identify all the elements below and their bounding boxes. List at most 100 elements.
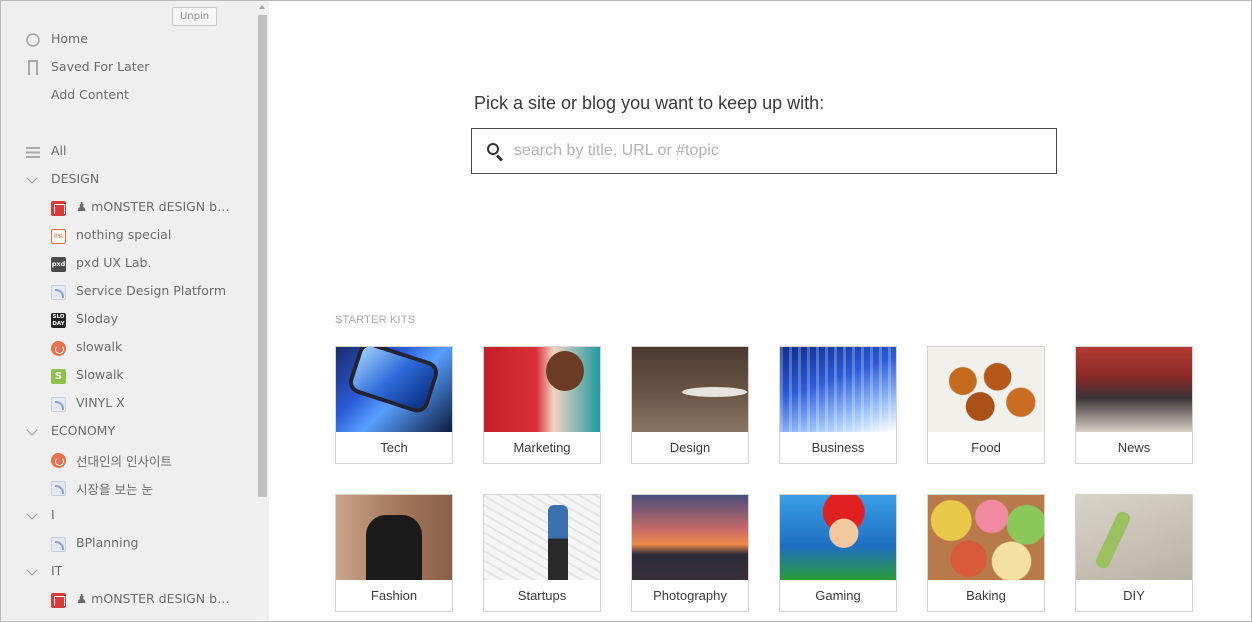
bookmark-icon	[28, 60, 38, 76]
app-window: Unpin Home Saved For Later Add Content A…	[0, 0, 1252, 622]
chevron-down-icon[interactable]	[26, 172, 38, 184]
percent-favicon: 0%	[51, 229, 66, 244]
starter-kit-label: Fashion	[370, 588, 418, 603]
chevron-down-icon[interactable]	[26, 564, 38, 576]
starter-kit-startups[interactable]: Startups	[483, 494, 601, 612]
sidebar-scrollbar[interactable]	[256, 1, 269, 621]
home-icon	[23, 30, 43, 50]
rss-icon	[51, 481, 66, 496]
starter-kit-fashion[interactable]: Fashion	[335, 494, 453, 612]
feed-item[interactable]: ♟ mONSTER dESIGN b…	[1, 194, 251, 222]
feed-label: ♟ mONSTER dESIGN b…	[76, 199, 230, 214]
category-design[interactable]: DESIGN	[1, 166, 251, 194]
starter-kit-business[interactable]: Business	[779, 346, 897, 464]
feed-item[interactable]: VINYL X	[1, 390, 251, 418]
sidebar-item-label: All	[51, 143, 67, 158]
starter-kit-thumbnail	[484, 495, 600, 580]
feed-label: ♟ mONSTER dESIGN b…	[76, 591, 230, 606]
pxd-favicon: pxd	[51, 257, 66, 272]
page-prompt: Pick a site or blog you want to keep up …	[474, 93, 825, 113]
feed-label: pxd UX Lab.	[76, 255, 152, 270]
starter-kit-food[interactable]: Food	[927, 346, 1045, 464]
sidebar-item-label: Home	[51, 31, 88, 46]
starter-kit-thumbnail	[928, 495, 1044, 580]
sloday-favicon: SLO DAY	[51, 313, 66, 328]
starter-kits-heading: STARTER KITS	[335, 314, 416, 326]
starter-kit-label: Marketing	[513, 440, 571, 455]
sidebar-item-saved-for-later[interactable]: Saved For Later	[1, 54, 251, 82]
feed-item[interactable]: S Slowalk	[1, 362, 251, 390]
feed-label: Sloday	[76, 311, 119, 326]
starter-kit-thumbnail	[632, 495, 748, 580]
starter-kit-photography[interactable]: Photography	[631, 494, 749, 612]
s-favicon: S	[51, 369, 66, 384]
chevron-down-icon[interactable]	[26, 424, 38, 436]
slowalk-favicon	[51, 341, 66, 356]
rss-icon	[51, 397, 66, 412]
feed-item[interactable]: ♟ mONSTER dESIGN b…	[1, 586, 251, 614]
feed-label: BPlanning	[76, 535, 139, 550]
starter-kit-design[interactable]: Design	[631, 346, 749, 464]
category-label: DESIGN	[51, 171, 100, 186]
feed-item[interactable]: BPlanning	[1, 530, 251, 558]
starter-kit-baking[interactable]: Baking	[927, 494, 1045, 612]
starter-kit-label: Gaming	[815, 588, 861, 603]
unpin-button[interactable]: Unpin	[172, 7, 217, 26]
feed-item[interactable]: pxd pxd UX Lab.	[1, 250, 251, 278]
feed-item[interactable]: 시장을 보는 눈	[1, 474, 251, 502]
scroll-up-arrow-icon[interactable]	[256, 1, 269, 13]
starter-kit-tech[interactable]: Tech	[335, 346, 453, 464]
sidebar-item-label: Saved For Later	[51, 59, 150, 74]
feed-item[interactable]: slowalk	[1, 334, 251, 362]
starter-kit-thumbnail	[336, 495, 452, 580]
monster-design-favicon	[51, 593, 66, 608]
starter-kit-label: News	[1117, 440, 1151, 455]
feed-label: VINYL X	[76, 395, 125, 410]
starter-kit-diy[interactable]: DIY	[1075, 494, 1193, 612]
chevron-down-icon[interactable]	[26, 508, 38, 520]
search-box[interactable]	[471, 128, 1057, 174]
category-economy[interactable]: ECONOMY	[1, 418, 251, 446]
slowalk-favicon	[51, 453, 66, 468]
starter-kit-thumbnail	[484, 347, 600, 432]
starter-kit-label: Design	[669, 440, 711, 455]
starter-kit-label: Business	[811, 440, 865, 455]
starter-kit-thumbnail	[780, 347, 896, 432]
category-label: I	[51, 507, 55, 522]
starter-kit-thumbnail	[780, 495, 896, 580]
starter-kit-thumbnail	[1076, 347, 1192, 432]
starter-kit-label: Photography	[653, 588, 727, 603]
starter-kit-label: Tech	[380, 440, 408, 455]
sidebar-item-add-content[interactable]: Add Content	[1, 82, 251, 110]
starter-kit-label: DIY	[1123, 588, 1145, 603]
starter-kit-label: Food	[971, 440, 1001, 455]
feed-label: 선대인의 인사이트	[76, 454, 172, 469]
starter-kit-news[interactable]: News	[1075, 346, 1193, 464]
starter-kit-gaming[interactable]: Gaming	[779, 494, 897, 612]
feed-label: Service Design Platform	[76, 283, 227, 298]
feed-item[interactable]: SLO DAY Sloday	[1, 306, 251, 334]
sidebar-item-all[interactable]: All	[1, 138, 251, 166]
sidebar-item-home[interactable]: Home	[1, 26, 251, 54]
category-label: ECONOMY	[51, 423, 116, 438]
starter-kit-marketing[interactable]: Marketing	[483, 346, 601, 464]
list-icon	[26, 147, 40, 158]
scrollbar-thumb[interactable]	[258, 15, 267, 497]
starter-kit-thumbnail	[1076, 495, 1192, 580]
starter-kit-thumbnail	[336, 347, 452, 432]
feed-label: nothing special	[76, 227, 172, 242]
feed-label: Slowalk	[76, 367, 124, 382]
feed-label: 시장을 보는 눈	[76, 482, 153, 497]
category-i[interactable]: I	[1, 502, 251, 530]
rss-icon	[51, 537, 66, 552]
feed-item[interactable]: 0% nothing special	[1, 222, 251, 250]
feed-item[interactable]: 선대인의 인사이트	[1, 446, 251, 474]
category-it[interactable]: IT	[1, 558, 251, 586]
category-label: IT	[51, 563, 63, 578]
sidebar-item-label: Add Content	[51, 87, 129, 102]
search-input[interactable]	[514, 129, 1044, 173]
starter-kit-thumbnail	[632, 347, 748, 432]
feed-item[interactable]: Service Design Platform	[1, 278, 251, 306]
search-icon	[487, 143, 504, 162]
starter-kit-label: Baking	[966, 588, 1006, 603]
